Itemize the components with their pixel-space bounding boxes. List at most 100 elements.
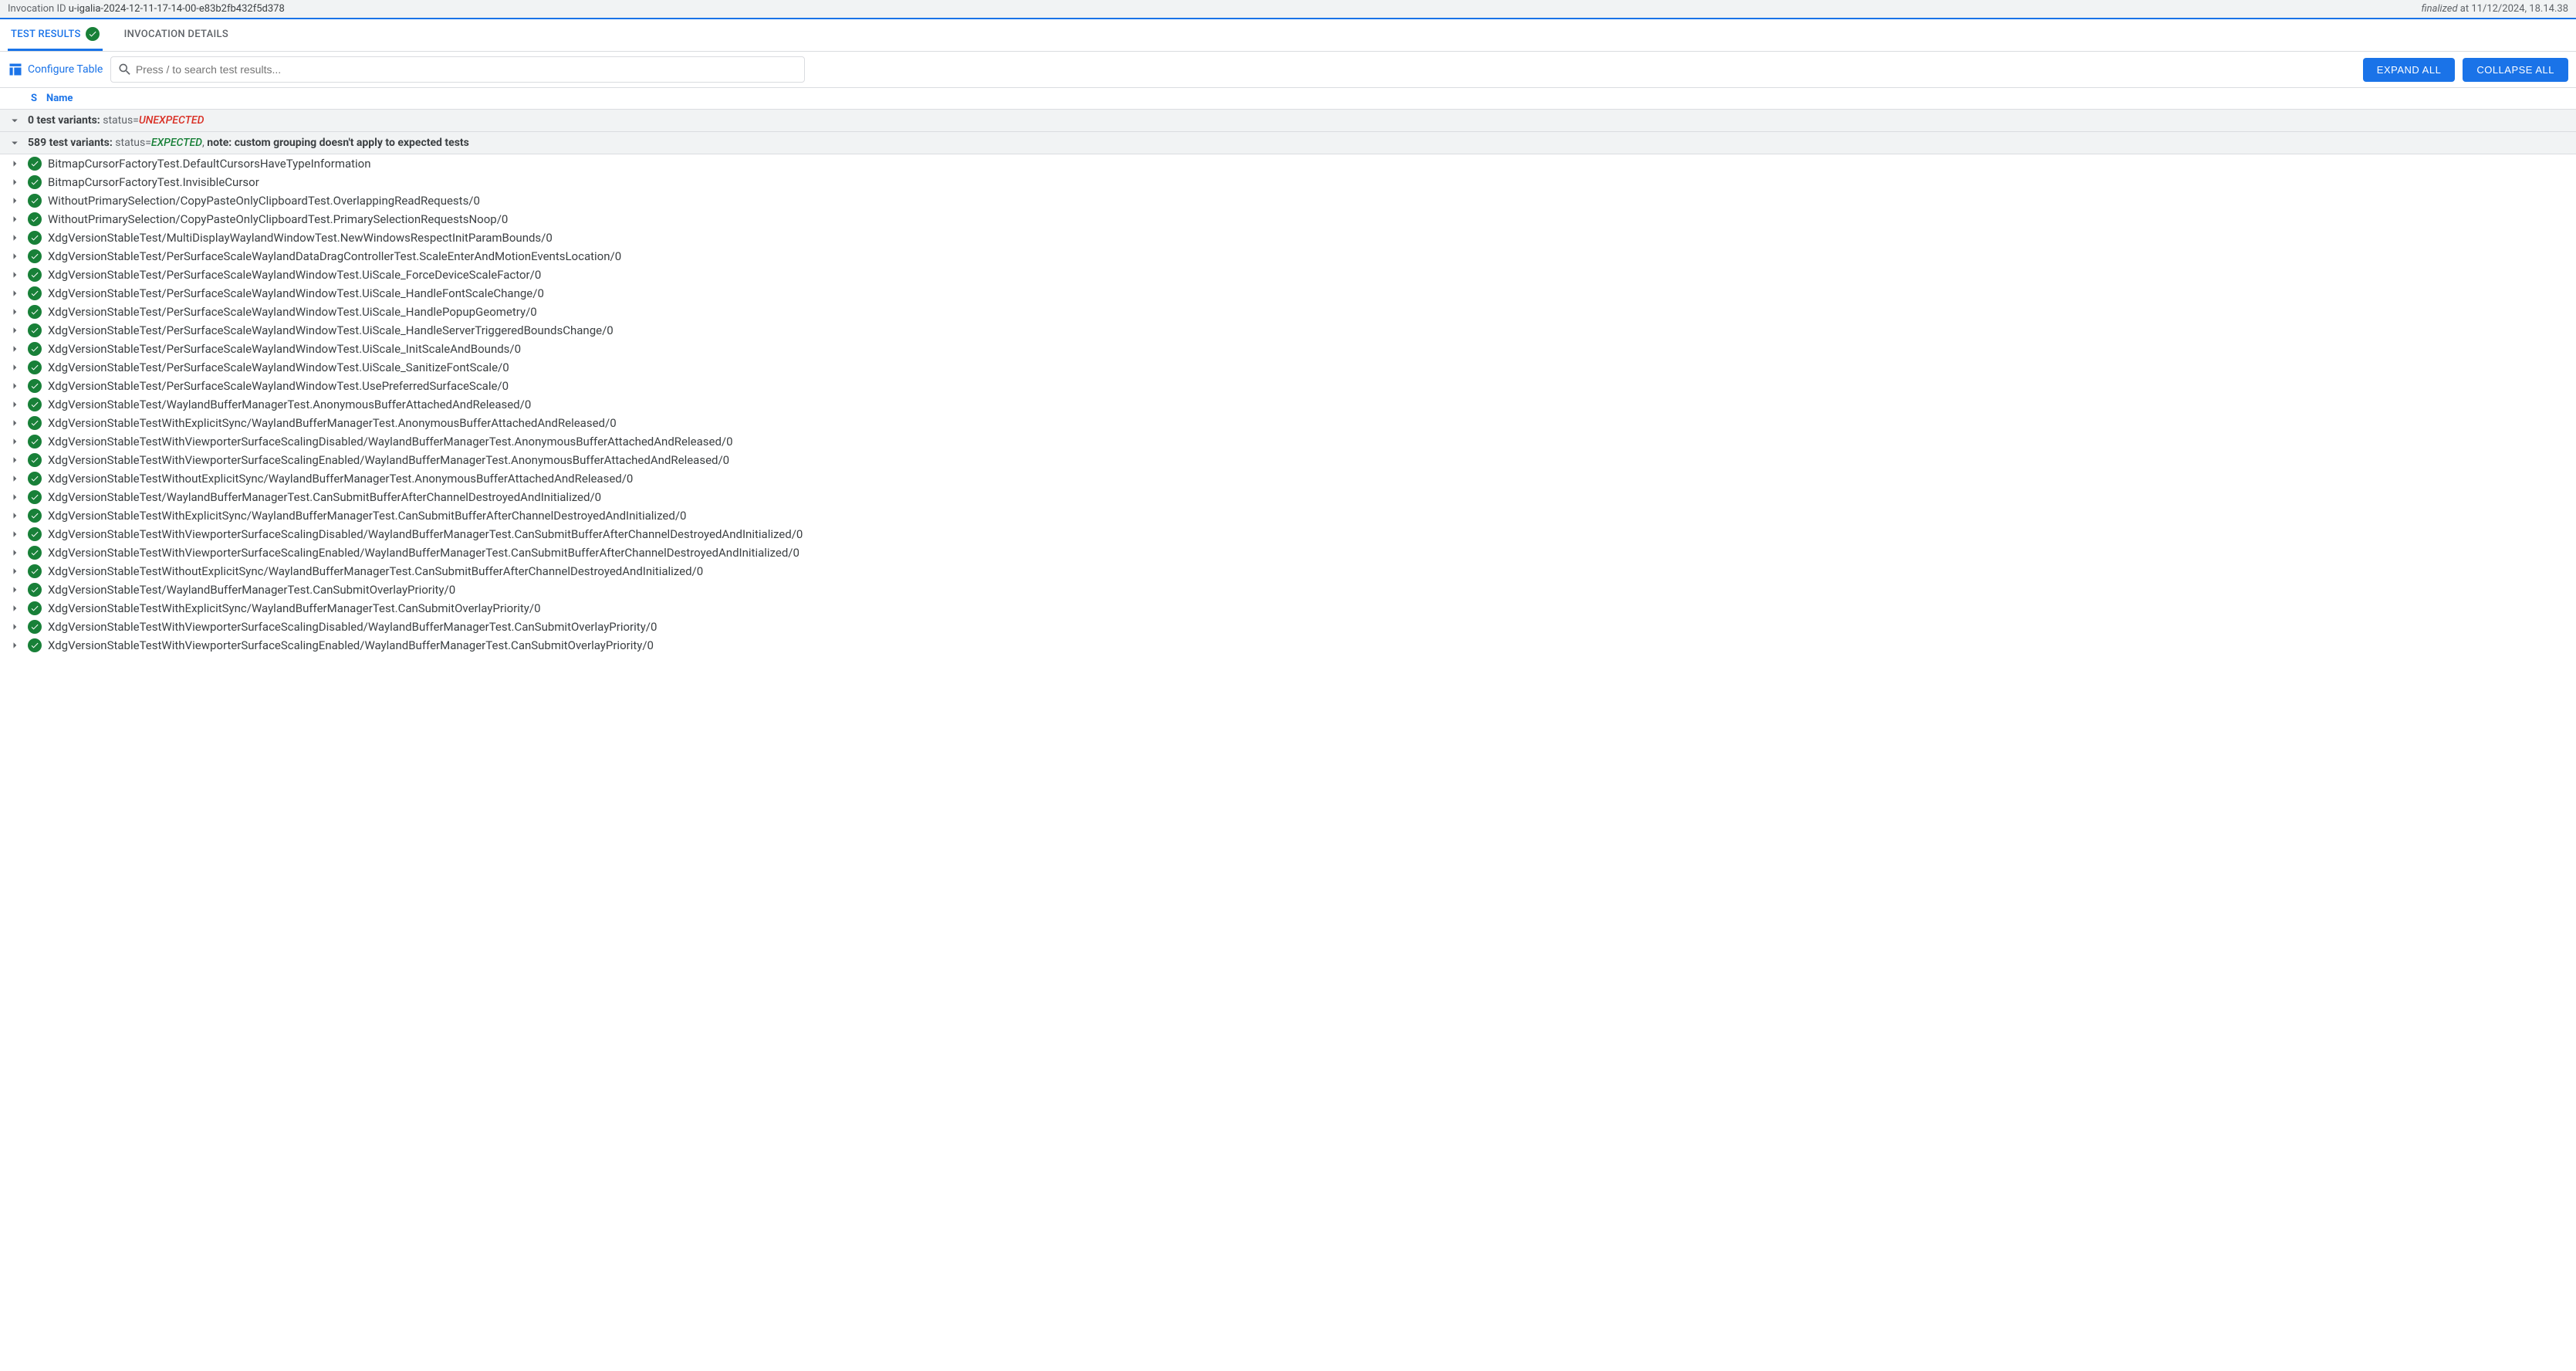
chevron-right-icon (8, 268, 22, 282)
test-row[interactable]: XdgVersionStableTestWithViewporterSurfac… (0, 618, 2576, 636)
test-row[interactable]: XdgVersionStableTest/PerSurfaceScaleWayl… (0, 377, 2576, 395)
check-icon (28, 398, 42, 411)
chevron-right-icon (8, 361, 22, 374)
test-row[interactable]: WithoutPrimarySelection/CopyPasteOnlyCli… (0, 210, 2576, 228)
check-icon (28, 509, 42, 523)
tab-test-results[interactable]: TEST RESULTS (8, 19, 103, 51)
group-unexpected-status-value: UNEXPECTED (139, 114, 205, 127)
test-row[interactable]: XdgVersionStableTestWithViewporterSurfac… (0, 543, 2576, 562)
test-name: XdgVersionStableTest/PerSurfaceScaleWayl… (48, 323, 614, 337)
group-unexpected-status-label: status= (100, 114, 139, 127)
check-icon (28, 416, 42, 430)
check-icon (28, 305, 42, 319)
chevron-right-icon (8, 342, 22, 356)
test-name: XdgVersionStableTestWithExplicitSync/Way… (48, 601, 541, 615)
test-row[interactable]: XdgVersionStableTest/WaylandBufferManage… (0, 488, 2576, 506)
check-icon (28, 564, 42, 578)
chevron-right-icon (8, 305, 22, 319)
check-icon (28, 361, 42, 374)
test-row[interactable]: XdgVersionStableTest/WaylandBufferManage… (0, 395, 2576, 414)
search-icon (117, 62, 133, 77)
check-icon (28, 323, 42, 337)
column-s[interactable]: S (31, 93, 37, 104)
test-row[interactable]: XdgVersionStableTest/PerSurfaceScaleWayl… (0, 266, 2576, 284)
chevron-right-icon (8, 175, 22, 189)
toolbar: Configure Table EXPAND ALL COLLAPSE ALL (0, 52, 2576, 88)
finalized-label: finalized (2422, 3, 2458, 15)
chevron-right-icon (8, 398, 22, 411)
test-row[interactable]: XdgVersionStableTest/WaylandBufferManage… (0, 581, 2576, 599)
test-row[interactable]: XdgVersionStableTestWithExplicitSync/Way… (0, 599, 2576, 618)
top-bar: Invocation ID u-igalia-2024-12-11-17-14-… (0, 0, 2576, 19)
finalized-at: 11/12/2024, 18.14.38 (2471, 3, 2568, 15)
test-row[interactable]: XdgVersionStableTest/PerSurfaceScaleWayl… (0, 303, 2576, 321)
check-icon (28, 453, 42, 467)
group-expected-status-value: EXPECTED (151, 137, 202, 149)
test-name: XdgVersionStableTest/WaylandBufferManage… (48, 398, 531, 411)
invocation-id-value: u-igalia-2024-12-11-17-14-00-e83b2fb432f… (69, 3, 285, 15)
test-row[interactable]: XdgVersionStableTestWithoutExplicitSync/… (0, 562, 2576, 581)
chevron-down-icon (8, 113, 22, 127)
test-row[interactable]: XdgVersionStableTestWithExplicitSync/Way… (0, 506, 2576, 525)
chevron-right-icon (8, 416, 22, 430)
chevron-down-icon (8, 136, 22, 150)
test-name: WithoutPrimarySelection/CopyPasteOnlyCli… (48, 212, 508, 226)
expand-all-button[interactable]: EXPAND ALL (2363, 58, 2456, 82)
search-box[interactable] (110, 56, 805, 83)
test-name: XdgVersionStableTest/PerSurfaceScaleWayl… (48, 249, 621, 263)
test-row[interactable]: XdgVersionStableTestWithViewporterSurfac… (0, 525, 2576, 543)
check-icon (28, 435, 42, 449)
test-row[interactable]: XdgVersionStableTest/PerSurfaceScaleWayl… (0, 284, 2576, 303)
test-row[interactable]: XdgVersionStableTest/MultiDisplayWayland… (0, 228, 2576, 247)
column-header: S Name (0, 88, 2576, 110)
test-name: XdgVersionStableTestWithViewporterSurfac… (48, 527, 803, 541)
column-name[interactable]: Name (46, 93, 73, 104)
test-row[interactable]: XdgVersionStableTestWithViewporterSurfac… (0, 432, 2576, 451)
test-row[interactable]: BitmapCursorFactoryTest.InvisibleCursor (0, 173, 2576, 191)
collapse-all-button[interactable]: COLLAPSE ALL (2463, 58, 2568, 82)
group-expected[interactable]: 589 test variants: status=EXPECTED, note… (0, 132, 2576, 154)
test-row[interactable]: WithoutPrimarySelection/CopyPasteOnlyCli… (0, 191, 2576, 210)
check-icon (28, 490, 42, 504)
test-row[interactable]: XdgVersionStableTestWithViewporterSurfac… (0, 636, 2576, 655)
chevron-right-icon (8, 157, 22, 171)
chevron-right-icon (8, 490, 22, 504)
group-expected-status-label: status= (113, 137, 151, 149)
tab-test-results-label: TEST RESULTS (11, 29, 81, 40)
search-input[interactable] (133, 60, 798, 79)
check-icon (28, 638, 42, 652)
test-row[interactable]: XdgVersionStableTestWithExplicitSync/Way… (0, 414, 2576, 432)
chevron-right-icon (8, 379, 22, 393)
test-row[interactable]: XdgVersionStableTest/PerSurfaceScaleWayl… (0, 358, 2576, 377)
test-row[interactable]: XdgVersionStableTest/PerSurfaceScaleWayl… (0, 321, 2576, 340)
check-icon (86, 27, 100, 41)
test-name: XdgVersionStableTestWithViewporterSurfac… (48, 435, 733, 449)
test-name: XdgVersionStableTestWithViewporterSurfac… (48, 546, 800, 560)
test-row[interactable]: XdgVersionStableTest/PerSurfaceScaleWayl… (0, 340, 2576, 358)
chevron-right-icon (8, 638, 22, 652)
configure-table-button[interactable]: Configure Table (8, 62, 103, 77)
test-name: XdgVersionStableTestWithViewporterSurfac… (48, 620, 657, 634)
configure-table-label: Configure Table (28, 63, 103, 76)
group-unexpected[interactable]: 0 test variants: status=UNEXPECTED (0, 110, 2576, 132)
chevron-right-icon (8, 286, 22, 300)
chevron-right-icon (8, 231, 22, 245)
chevron-right-icon (8, 323, 22, 337)
check-icon (28, 231, 42, 245)
chevron-right-icon (8, 527, 22, 541)
test-row[interactable]: XdgVersionStableTestWithoutExplicitSync/… (0, 469, 2576, 488)
finalized-at-prefix: at (2458, 3, 2472, 15)
check-icon (28, 527, 42, 541)
chevron-right-icon (8, 564, 22, 578)
group-expected-count: 589 test variants: (28, 137, 113, 149)
test-row[interactable]: XdgVersionStableTestWithViewporterSurfac… (0, 451, 2576, 469)
check-icon (28, 601, 42, 615)
test-name: XdgVersionStableTest/WaylandBufferManage… (48, 490, 601, 504)
test-row[interactable]: XdgVersionStableTest/PerSurfaceScaleWayl… (0, 247, 2576, 266)
group-unexpected-count: 0 test variants: (28, 114, 100, 127)
test-row[interactable]: BitmapCursorFactoryTest.DefaultCursorsHa… (0, 154, 2576, 173)
check-icon (28, 212, 42, 226)
test-name: XdgVersionStableTestWithoutExplicitSync/… (48, 472, 633, 486)
chevron-right-icon (8, 546, 22, 560)
tab-invocation-details[interactable]: INVOCATION DETAILS (121, 19, 232, 51)
